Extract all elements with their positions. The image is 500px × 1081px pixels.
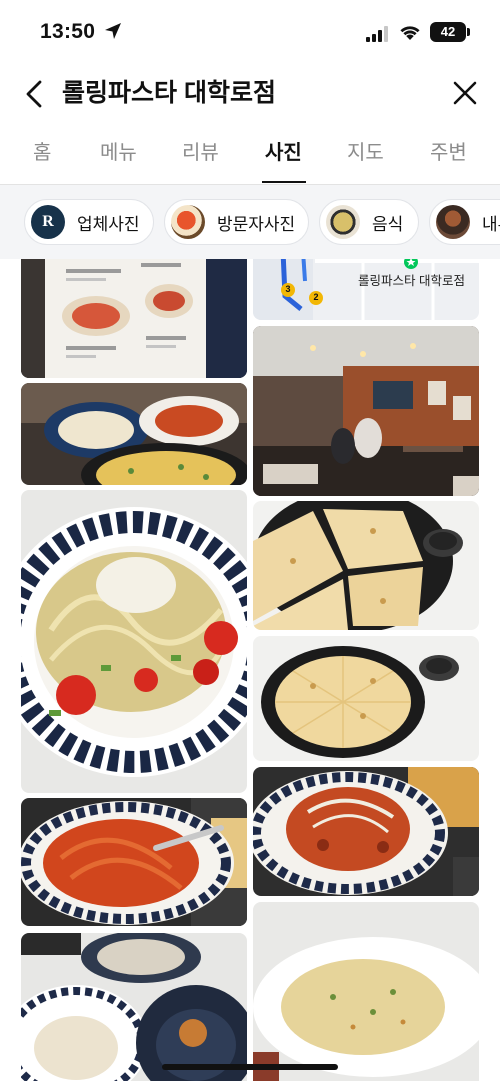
photo-interior[interactable]	[253, 326, 479, 496]
map-place-label: 롤링파스타 대학로점	[358, 274, 465, 288]
chip-thumbnail: R	[31, 205, 65, 239]
chip-food[interactable]: 음식	[319, 199, 419, 245]
chip-label: 방문자사진	[217, 214, 296, 234]
home-indicator	[162, 1064, 338, 1070]
chip-label: 음식	[372, 214, 404, 234]
chip-label: 내부	[482, 214, 500, 234]
photo-pizza-slices[interactable]	[253, 501, 479, 630]
photo-map[interactable]: 3 2 롤링파스타 대학로점	[253, 259, 479, 320]
chip-business-photos[interactable]: R 업체사진	[24, 199, 154, 245]
battery-level: 42	[440, 24, 456, 39]
tab-reviews[interactable]: 리뷰	[182, 138, 219, 168]
tab-bar: 홈 메뉴 리뷰 사진 지도 주변	[0, 130, 500, 185]
photo-grid: 3 2 롤링파스타 대학로점	[0, 259, 500, 1081]
battery-icon: 42	[430, 22, 466, 42]
photo-filter-chips: R 업체사진 방문자사진 음식 내부	[0, 185, 500, 259]
tab-nearby[interactable]: 주변	[430, 138, 467, 168]
chip-visitor-photos[interactable]: 방문자사진	[164, 199, 309, 245]
chip-thumbnail	[326, 205, 360, 239]
photo-cheese-tomato-pasta[interactable]	[253, 767, 479, 896]
logo-letter: R	[42, 213, 54, 230]
chip-thumbnail	[171, 205, 205, 239]
photo-cream-pasta-plates[interactable]	[21, 933, 247, 1081]
chip-label: 업체사진	[77, 214, 140, 234]
tab-menu[interactable]: 메뉴	[100, 138, 137, 168]
tab-map[interactable]: 지도	[347, 138, 384, 168]
wifi-icon	[400, 26, 420, 40]
tab-home[interactable]: 홈	[33, 138, 51, 168]
chip-thumbnail	[436, 205, 470, 239]
status-bar: 13:50 42	[0, 0, 500, 66]
photo-cream-gratin[interactable]	[253, 902, 479, 1081]
photo-aglio-pasta[interactable]	[21, 490, 247, 793]
battery-tip	[467, 28, 470, 36]
photo-table-spread[interactable]	[21, 383, 247, 485]
page-title: 롤링파스타 대학로점	[62, 79, 276, 107]
chip-interior[interactable]: 내부	[429, 199, 500, 245]
chevron-left-icon[interactable]	[20, 78, 50, 110]
station-badge: 3	[285, 284, 291, 294]
close-icon[interactable]	[450, 78, 480, 108]
tab-photos[interactable]: 사진	[265, 138, 302, 168]
photo-whole-pizza[interactable]	[253, 636, 479, 761]
photo-tomato-pasta[interactable]	[21, 798, 247, 926]
cellular-signal-icon	[366, 26, 388, 42]
location-arrow-icon	[105, 23, 121, 39]
station-badge: 2	[313, 292, 319, 302]
status-time: 13:50	[40, 20, 96, 43]
active-tab-indicator	[262, 181, 306, 183]
photo-menu-board[interactable]	[21, 259, 247, 378]
header-bar: 롤링파스타 대학로점	[0, 66, 500, 122]
